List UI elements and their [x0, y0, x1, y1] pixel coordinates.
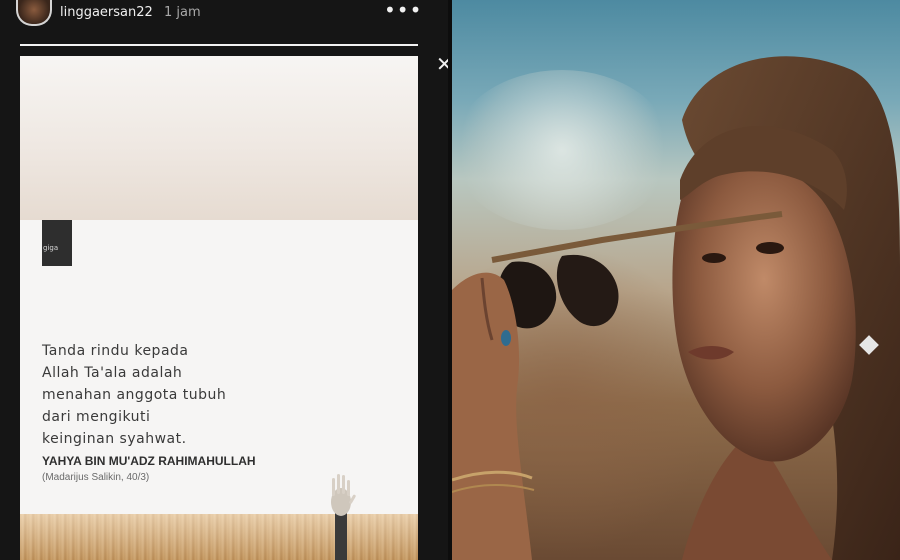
card-header-gradient	[20, 56, 418, 220]
brand-logo-text: giga	[43, 244, 59, 252]
story-progress-fill	[20, 44, 418, 46]
quote-line: keinginan syahwat.	[42, 431, 187, 447]
post-time: 1 jam	[164, 5, 201, 20]
quote-line: dari mengikuti	[42, 409, 151, 425]
quote-line: Allah Ta'ala adalah	[42, 365, 183, 381]
quote-line: menahan anggota tubuh	[42, 387, 227, 403]
avatar[interactable]	[16, 0, 52, 26]
woman-portrait-image	[452, 56, 900, 560]
quote-author: YAHYA BIN MU'ADZ RAHIMAHULLAH	[42, 454, 256, 468]
brand-logo: giga	[42, 220, 72, 266]
quote-source: (Madarijus Salikin, 40/3)	[42, 472, 150, 483]
more-horizontal-icon[interactable]: •••	[384, 0, 422, 22]
quote-line: Tanda rindu kepada	[42, 343, 189, 359]
quote-text: Tanda rindu kepada Allah Ta'ala adalah m…	[42, 340, 302, 450]
story-card[interactable]: giga Tanda rindu kepada Allah Ta'ala ada…	[20, 56, 418, 560]
story-progress-bar	[20, 44, 418, 46]
portrait-photo	[452, 0, 900, 560]
story-header: linggaersan22 1 jam •••	[0, 0, 448, 40]
story-panel: linggaersan22 1 jam ••• giga Tanda rindu…	[0, 0, 448, 560]
raised-hand-image	[331, 474, 356, 560]
close-icon[interactable]: ✕	[436, 54, 448, 74]
username[interactable]: linggaersan22	[60, 5, 153, 20]
